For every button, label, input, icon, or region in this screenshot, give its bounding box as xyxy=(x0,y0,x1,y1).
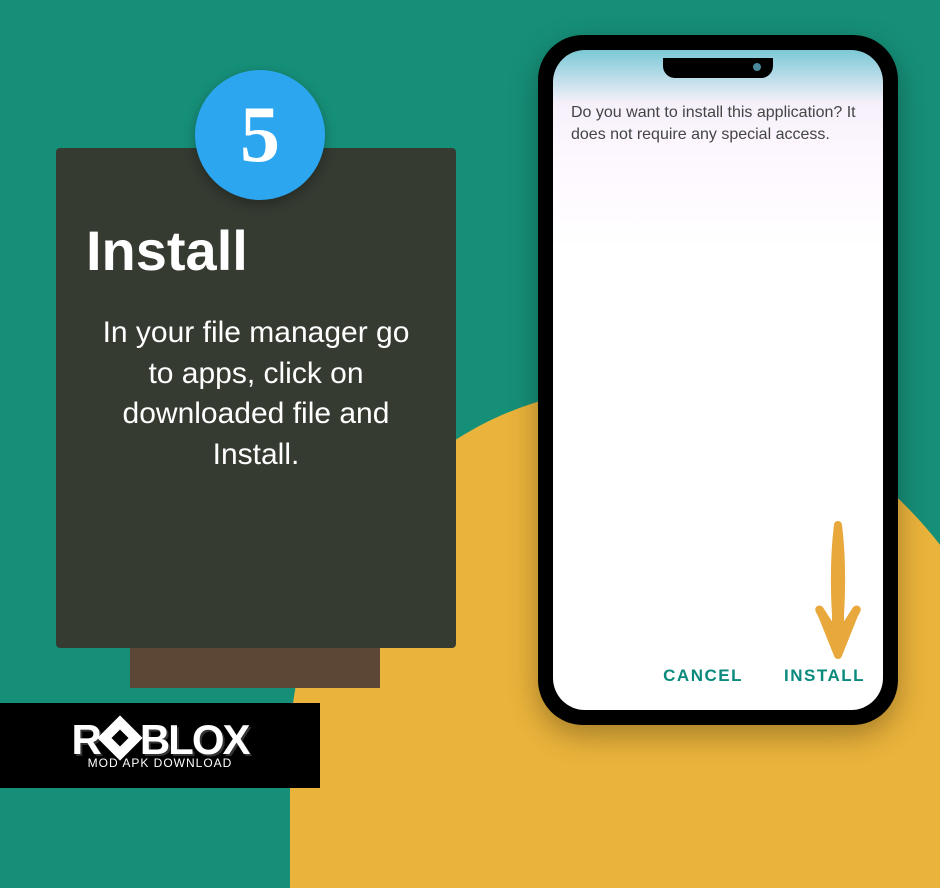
phone-notch xyxy=(663,58,773,78)
brand-logo: RBLOX MOD APK DOWNLOAD xyxy=(0,703,320,788)
card-title: Install xyxy=(86,218,426,283)
phone-frame: Do you want to install this application?… xyxy=(538,35,898,725)
step-number-badge: 5 xyxy=(195,70,325,200)
phone-mockup: Do you want to install this application?… xyxy=(538,35,898,725)
phone-screen: Do you want to install this application?… xyxy=(553,50,883,710)
cancel-button[interactable]: CANCEL xyxy=(655,660,751,692)
install-permission-message: Do you want to install this application?… xyxy=(571,102,865,145)
logo-square-icon xyxy=(97,716,142,761)
camera-dot-icon xyxy=(753,63,761,71)
logo-subtext: MOD APK DOWNLOAD xyxy=(88,756,233,770)
arrow-down-icon xyxy=(808,515,868,665)
card-description: In your file manager go to apps, click o… xyxy=(86,313,426,475)
instruction-card: Install In your file manager go to apps,… xyxy=(56,148,456,648)
step-number: 5 xyxy=(240,90,280,181)
logo-text: RBLOX xyxy=(71,721,248,759)
